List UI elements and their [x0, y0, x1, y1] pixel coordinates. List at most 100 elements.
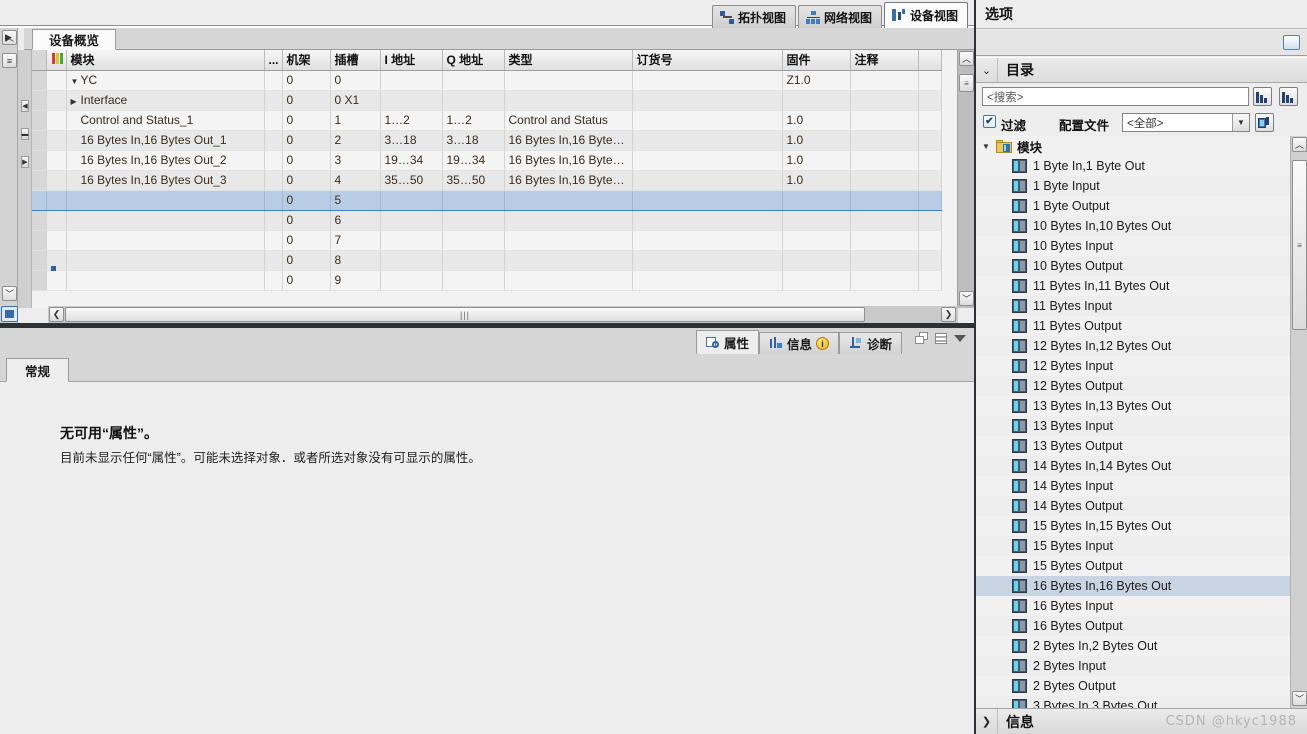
cell-rack[interactable]: 0 [282, 210, 330, 230]
table-row[interactable]: 16 Bytes In,16 Bytes Out_1023…183…1816 B… [32, 130, 942, 150]
cell-ellipsis[interactable] [264, 190, 282, 210]
cell-ellipsis[interactable] [264, 270, 282, 290]
cell-i-address[interactable] [380, 190, 442, 210]
cell-module[interactable]: ▼YC [66, 70, 264, 90]
tab-diagnostics[interactable]: 诊断 [839, 332, 902, 354]
cell-slot[interactable]: 3 [330, 150, 380, 170]
rail-expand-arrow-icon[interactable]: ▶ [5, 32, 12, 43]
cell-i-address[interactable]: 19…34 [380, 150, 442, 170]
header-type[interactable]: 类型 [504, 50, 632, 70]
table-row[interactable]: Control and Status_1011…21…2Control and … [32, 110, 942, 130]
cell-module[interactable] [66, 270, 264, 290]
cell-slot[interactable]: 0 X1 [330, 90, 380, 110]
catalog-scroll-down-button[interactable]: ﹀ [1292, 691, 1307, 706]
list-item[interactable]: 13 Bytes In,13 Bytes Out [976, 396, 1307, 416]
table-scroll-right-button[interactable]: ❯ [941, 307, 956, 322]
cell-order-number[interactable] [632, 210, 782, 230]
cell-slot[interactable]: 6 [330, 210, 380, 230]
cell-q-address[interactable]: 3…18 [442, 130, 504, 150]
cell-type[interactable] [504, 90, 632, 110]
table-row[interactable]: 05 [32, 190, 942, 210]
cell-i-address[interactable] [380, 230, 442, 250]
cell-rack[interactable]: 0 [282, 250, 330, 270]
cell-tail[interactable] [918, 230, 942, 250]
cell-i-address[interactable] [380, 270, 442, 290]
table-row[interactable]: 16 Bytes In,16 Bytes Out_30435…5035…5016… [32, 170, 942, 190]
table-row[interactable]: 07 [32, 230, 942, 250]
cell-slot[interactable]: 1 [330, 110, 380, 130]
chevron-down-icon[interactable]: ▼ [1232, 114, 1249, 131]
filter-checkbox[interactable]: ✔ [983, 115, 996, 128]
cell-slot[interactable]: 4 [330, 170, 380, 190]
cell-rack[interactable]: 0 [282, 110, 330, 130]
cell-q-address[interactable] [442, 230, 504, 250]
cell-i-address[interactable] [380, 250, 442, 270]
cell-rack[interactable]: 0 [282, 130, 330, 150]
cell-comment[interactable] [850, 230, 918, 250]
tab-network-view[interactable]: 网络视图 [798, 5, 882, 28]
cell-q-address[interactable] [442, 70, 504, 90]
header-comment[interactable]: 注释 [850, 50, 918, 70]
cell-order-number[interactable] [632, 70, 782, 90]
header-slot[interactable]: 插槽 [330, 50, 380, 70]
cell-q-address[interactable] [442, 270, 504, 290]
restore-icon[interactable] [915, 332, 928, 344]
cell-type[interactable] [504, 250, 632, 270]
list-item[interactable]: 16 Bytes Input [976, 596, 1307, 616]
catalog-collapse-icon[interactable]: ⌄ [976, 58, 998, 82]
table-vertical-scrollbar[interactable]: ︿ ≡ ﹀ [957, 50, 974, 308]
rail-grip-handle[interactable]: ≡ [2, 53, 17, 68]
table-row[interactable]: 16 Bytes In,16 Bytes Out_20319…3419…3416… [32, 150, 942, 170]
list-item[interactable]: 15 Bytes Output [976, 556, 1307, 576]
cell-comment[interactable] [850, 190, 918, 210]
list-item[interactable]: 11 Bytes In,11 Bytes Out [976, 276, 1307, 296]
info-expand-icon[interactable]: ❯ [976, 709, 998, 734]
tree-expander-icon[interactable]: ▼ [71, 77, 81, 86]
table-row[interactable]: 08 [32, 250, 942, 270]
cell-ellipsis[interactable] [264, 230, 282, 250]
cell-rack[interactable]: 0 [282, 230, 330, 250]
cell-firmware[interactable] [782, 210, 850, 230]
sort-ascending-button[interactable] [1279, 87, 1298, 106]
chevron-down-icon[interactable]: ▼ [982, 142, 992, 151]
cell-firmware[interactable]: 1.0 [782, 110, 850, 130]
tab-general[interactable]: 常规 [6, 358, 69, 382]
cell-rack[interactable]: 0 [282, 190, 330, 210]
cell-type[interactable] [504, 190, 632, 210]
cell-module[interactable] [66, 250, 264, 270]
cell-i-address[interactable] [380, 90, 442, 110]
cell-ellipsis[interactable] [264, 250, 282, 270]
cell-firmware[interactable]: Z1.0 [782, 70, 850, 90]
device-overview-table[interactable]: 模块 ... 机架 插槽 I 地址 Q 地址 类型 订货号 固件 注释 ▼YC0… [32, 50, 974, 308]
list-item[interactable]: 12 Bytes In,12 Bytes Out [976, 336, 1307, 356]
catalog-tree[interactable]: ▼ 模块 1 Byte In,1 Byte Out1 Byte Input1 B… [976, 136, 1307, 708]
list-item[interactable]: 2 Bytes In,2 Bytes Out [976, 636, 1307, 656]
cell-ellipsis[interactable] [264, 70, 282, 90]
cell-firmware[interactable]: 1.0 [782, 130, 850, 150]
cell-rack[interactable]: 0 [282, 90, 330, 110]
cell-q-address[interactable] [442, 250, 504, 270]
header-module[interactable]: 模块 [66, 50, 264, 70]
cell-order-number[interactable] [632, 90, 782, 110]
tree-expander-icon[interactable]: ▶ [71, 97, 81, 106]
list-item[interactable]: 10 Bytes In,10 Bytes Out [976, 216, 1307, 236]
profile-options-button[interactable] [1255, 113, 1274, 132]
cell-module[interactable] [66, 190, 264, 210]
catalog-scroll-up-button[interactable]: ︿ [1292, 137, 1307, 152]
cell-comment[interactable] [850, 70, 918, 90]
minimize-icon[interactable] [935, 333, 947, 344]
cell-tail[interactable] [918, 190, 942, 210]
cell-order-number[interactable] [632, 110, 782, 130]
cell-ellipsis[interactable] [264, 150, 282, 170]
list-item[interactable]: 12 Bytes Output [976, 376, 1307, 396]
cell-comment[interactable] [850, 210, 918, 230]
cell-ellipsis[interactable] [264, 110, 282, 130]
splitter-grip-left-3[interactable]: ▶ [21, 156, 29, 168]
header-status-icon-col[interactable] [46, 50, 66, 70]
cell-comment[interactable] [850, 170, 918, 190]
list-item[interactable]: 14 Bytes Output [976, 496, 1307, 516]
cell-slot[interactable]: 9 [330, 270, 380, 290]
cell-comment[interactable] [850, 110, 918, 130]
cell-type[interactable]: 16 Bytes In,16 Byte… [504, 170, 632, 190]
list-item[interactable]: 15 Bytes In,15 Bytes Out [976, 516, 1307, 536]
